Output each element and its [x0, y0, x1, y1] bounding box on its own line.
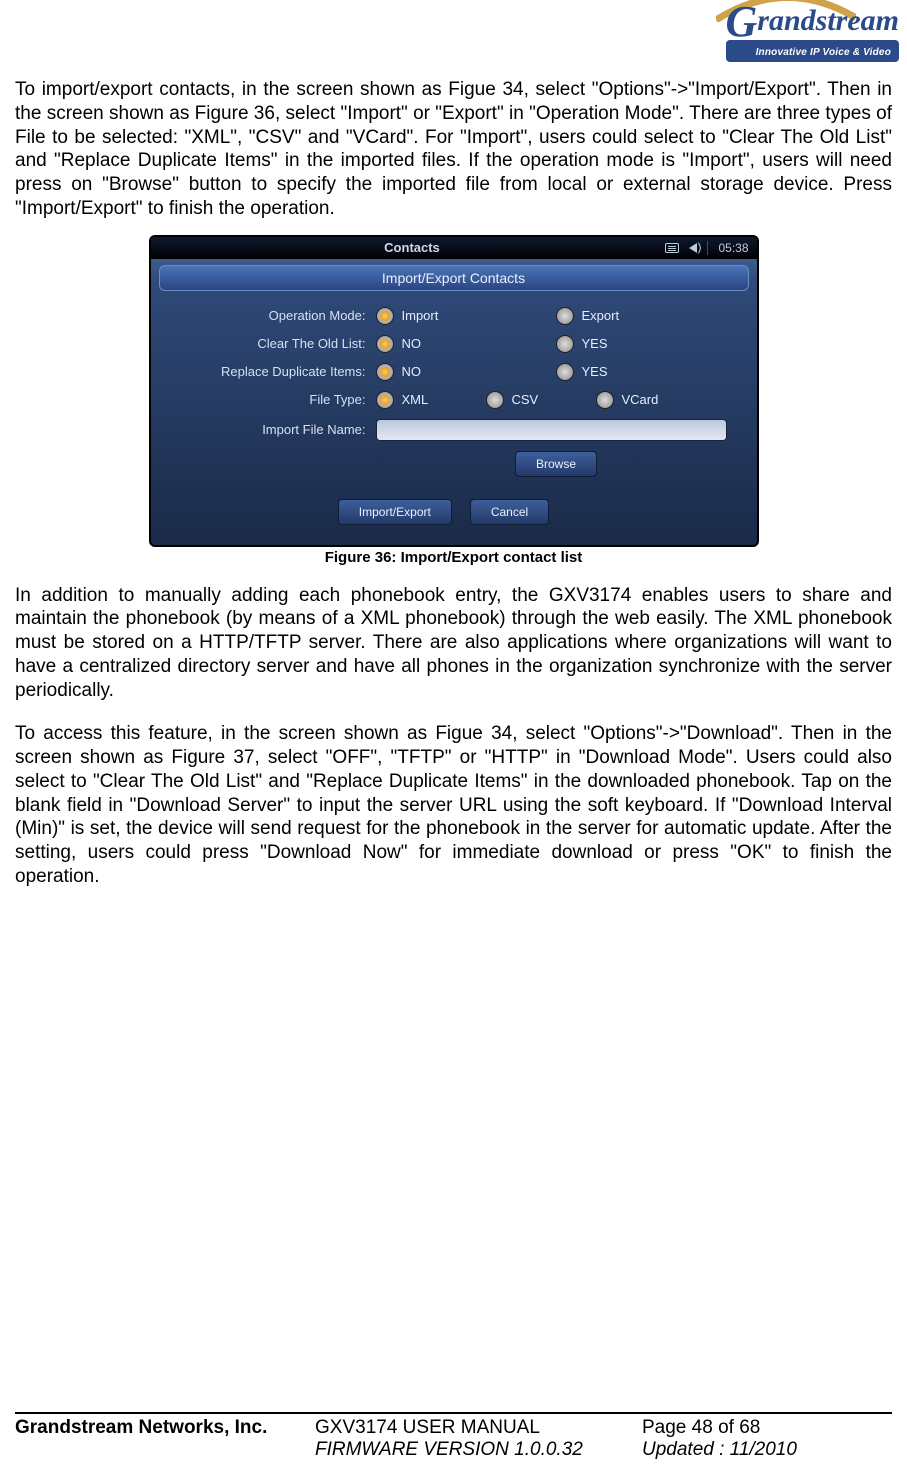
- figure-caption: Figure 36: Import/Export contact list: [15, 549, 892, 566]
- cancel-button[interactable]: Cancel: [470, 499, 549, 525]
- opt-vcard-label: VCard: [622, 392, 659, 407]
- device-screenshot: Contacts 05:38 Import/Export Contacts Op…: [149, 235, 759, 547]
- footer-manual: GXV3174 USER MANUAL: [315, 1417, 642, 1439]
- opt-import-label: Import: [402, 308, 439, 323]
- import-export-button[interactable]: Import/Export: [338, 499, 452, 525]
- radio-vcard[interactable]: [596, 391, 614, 409]
- radio-csv[interactable]: [486, 391, 504, 409]
- volume-icon: [689, 243, 697, 253]
- brand-tagline: Innovative IP Voice & Video: [756, 47, 891, 58]
- paragraph-2: In addition to manually adding each phon…: [15, 584, 892, 703]
- opt-xml-label: XML: [402, 392, 429, 407]
- footer-company: Grandstream Networks, Inc.: [15, 1417, 315, 1439]
- dialog-title: Import/Export Contacts: [159, 265, 749, 291]
- import-file-input[interactable]: [376, 419, 727, 441]
- operation-mode-label: Operation Mode:: [161, 308, 376, 323]
- import-file-label: Import File Name:: [161, 422, 376, 437]
- footer-firmware: FIRMWARE VERSION 1.0.0.32: [315, 1439, 642, 1461]
- brand-name: Grandstream: [726, 2, 899, 42]
- clock: 05:38: [718, 241, 748, 255]
- opt-clear-yes-label: YES: [582, 336, 608, 351]
- paragraph-1: To import/export contacts, in the screen…: [15, 78, 892, 221]
- radio-xml[interactable]: [376, 391, 394, 409]
- page-footer: Grandstream Networks, Inc. GXV3174 USER …: [15, 1412, 892, 1461]
- radio-clear-yes[interactable]: [556, 335, 574, 353]
- device-titlebar: Contacts 05:38: [151, 237, 757, 259]
- radio-clear-no[interactable]: [376, 335, 394, 353]
- opt-clear-no-label: NO: [402, 336, 422, 351]
- clear-old-label: Clear The Old List:: [161, 336, 376, 351]
- footer-page: Page 48 of 68: [642, 1417, 892, 1439]
- radio-export[interactable]: [556, 307, 574, 325]
- window-title: Contacts: [159, 240, 666, 255]
- replace-dup-label: Replace Duplicate Items:: [161, 364, 376, 379]
- brand-logo: Grandstream Innovative IP Voice & Video: [726, 2, 899, 62]
- radio-import[interactable]: [376, 307, 394, 325]
- opt-dup-no-label: NO: [402, 364, 422, 379]
- keyboard-icon: [665, 243, 679, 253]
- footer-updated: Updated : 11/2010: [642, 1439, 892, 1461]
- opt-dup-yes-label: YES: [582, 364, 608, 379]
- footer-rule: [15, 1412, 892, 1414]
- paragraph-3: To access this feature, in the screen sh…: [15, 722, 892, 888]
- opt-csv-label: CSV: [512, 392, 539, 407]
- file-type-label: File Type:: [161, 392, 376, 407]
- radio-dup-no[interactable]: [376, 363, 394, 381]
- browse-button[interactable]: Browse: [515, 451, 597, 477]
- radio-dup-yes[interactable]: [556, 363, 574, 381]
- separator-icon: [707, 241, 708, 255]
- opt-export-label: Export: [582, 308, 620, 323]
